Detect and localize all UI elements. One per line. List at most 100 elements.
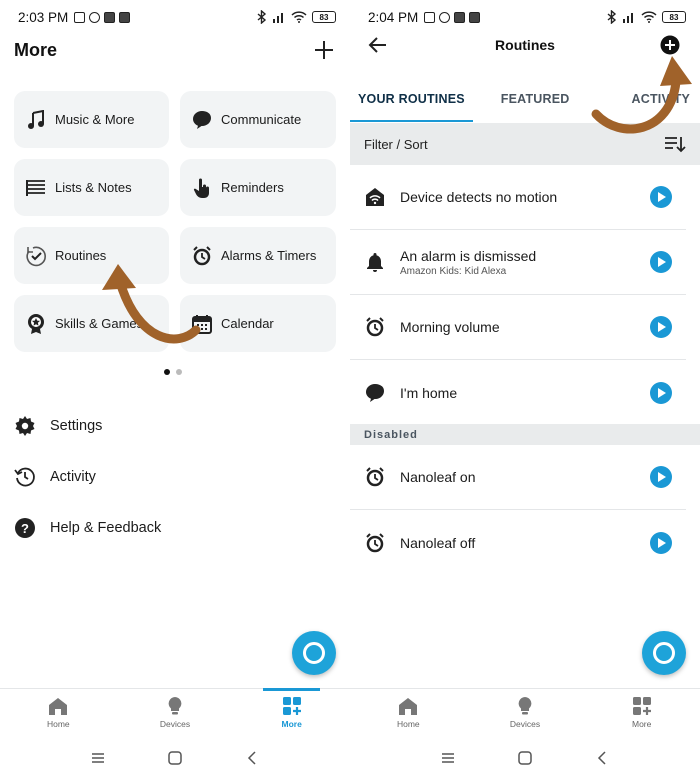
tab-featured[interactable]: FEATURED (501, 84, 570, 122)
nav-more[interactable]: More (583, 689, 700, 736)
history-icon (14, 466, 36, 488)
app-notification-icon (469, 11, 481, 23)
bottom-navigation: Home Devices More (0, 688, 350, 736)
battery-indicator: 83 (662, 11, 686, 23)
status-bar: 2:03 PM 83 (0, 0, 350, 34)
signal-icon (273, 13, 283, 23)
routine-item[interactable]: Nanoleaf off (350, 510, 686, 575)
nav-devices[interactable]: Devices (117, 689, 234, 736)
page-title: More (14, 40, 58, 60)
tile-skills-games[interactable]: Skills & Games (14, 295, 169, 352)
alarm-status-icon (439, 11, 451, 23)
menu-item-help-feedback[interactable]: ? Help & Feedback (14, 502, 334, 553)
page-dot[interactable] (176, 369, 182, 375)
menu-item-label: Settings (50, 417, 103, 434)
play-routine-icon[interactable] (650, 186, 672, 208)
play-routine-icon[interactable] (650, 381, 672, 404)
alexa-ring-icon (303, 642, 325, 664)
home-button-icon[interactable] (163, 746, 187, 770)
nav-label: Devices (509, 719, 541, 729)
svg-text:?: ? (21, 521, 29, 536)
routine-item[interactable]: Device detects no motion (350, 165, 686, 230)
enabled-routines-list: Device detects no motion An alarm is dis… (350, 165, 700, 425)
status-notification-icons (74, 11, 131, 23)
lightbulb-icon (515, 696, 535, 716)
routine-name: An alarm is dismissed (400, 247, 537, 264)
play-routine-icon[interactable] (650, 251, 672, 273)
notification-icon (424, 11, 436, 23)
add-routine-icon[interactable] (660, 35, 680, 55)
disabled-routines-list: Nanoleaf on Nanoleaf off (350, 445, 700, 575)
routine-item[interactable]: Nanoleaf on (350, 445, 686, 510)
nav-label: Home (396, 719, 420, 729)
tile-calendar[interactable]: Calendar (180, 295, 336, 352)
tile-reminders[interactable]: Reminders (180, 159, 336, 216)
nav-home[interactable]: Home (0, 689, 117, 736)
tile-label: Calendar (221, 316, 274, 331)
music-note-icon (25, 109, 47, 131)
alexa-ring-icon (653, 642, 675, 664)
tile-communicate[interactable]: Communicate (180, 91, 336, 148)
calendar-icon (191, 313, 213, 335)
add-icon[interactable] (312, 38, 336, 62)
nav-more[interactable]: More (233, 688, 350, 736)
tab-your-routines[interactable]: YOUR ROUTINES (350, 84, 473, 122)
tile-label: Skills & Games (55, 316, 144, 331)
recents-icon[interactable] (436, 746, 460, 770)
play-routine-icon[interactable] (650, 466, 672, 488)
hand-pointer-icon (191, 177, 213, 199)
disabled-section-header: Disabled (350, 424, 700, 445)
routine-name: Nanoleaf off (400, 534, 476, 551)
tile-alarms-timers[interactable]: Alarms & Timers (180, 227, 336, 284)
recents-icon[interactable] (86, 746, 110, 770)
status-system-icons: 83 (607, 10, 686, 24)
nav-home[interactable]: Home (350, 689, 467, 736)
routine-name: I'm home (400, 384, 458, 401)
sort-icon (665, 137, 686, 153)
alexa-voice-button[interactable] (292, 631, 336, 675)
play-routine-icon[interactable] (650, 531, 672, 554)
bell-icon (364, 251, 386, 273)
system-navigation (350, 738, 700, 777)
routine-item[interactable]: Morning volume (350, 295, 686, 360)
help-icon: ? (14, 517, 36, 539)
back-button-icon[interactable] (240, 746, 264, 770)
tile-lists-notes[interactable]: Lists & Notes (14, 159, 169, 216)
routine-item[interactable]: An alarm is dismissed Amazon Kids: Kid A… (350, 230, 686, 295)
nav-label: More (631, 719, 652, 729)
status-notification-icons (424, 11, 481, 23)
notification-icon (74, 11, 86, 23)
back-button-icon[interactable] (590, 746, 614, 770)
page-dot-active[interactable] (164, 369, 170, 375)
battery-indicator: 83 (312, 11, 336, 23)
system-navigation (0, 738, 350, 777)
tab-activity[interactable]: ACTIVITY (632, 84, 691, 122)
speech-bubble-icon (191, 109, 213, 131)
menu-item-activity[interactable]: Activity (14, 451, 334, 502)
nav-devices[interactable]: Devices (467, 689, 584, 736)
more-screen: 2:03 PM 83 More Music & More Communicate… (0, 0, 350, 777)
routine-item[interactable]: I'm home (350, 360, 686, 425)
routine-name: Morning volume (400, 319, 500, 335)
bottom-navigation: Home Devices More (350, 688, 700, 736)
page-indicator[interactable] (164, 369, 182, 375)
home-button-icon[interactable] (513, 746, 537, 770)
play-routine-icon[interactable] (650, 316, 672, 338)
tile-label: Reminders (221, 180, 284, 195)
bluetooth-icon (607, 10, 617, 24)
wifi-icon (291, 11, 307, 23)
alarm-clock-icon (364, 532, 386, 554)
nav-label: Home (46, 719, 70, 729)
tile-routines[interactable]: Routines (14, 227, 169, 284)
filter-sort-bar[interactable]: Filter / Sort (350, 123, 700, 165)
filter-sort-label: Filter / Sort (364, 136, 428, 152)
tile-music-more[interactable]: Music & More (14, 91, 169, 148)
speech-bubble-icon (364, 382, 386, 404)
signal-icon (623, 13, 633, 23)
alarm-clock-icon (191, 245, 213, 267)
alarm-clock-icon (364, 316, 386, 338)
skills-badge-icon (25, 313, 47, 335)
menu-item-settings[interactable]: Settings (14, 400, 334, 451)
alexa-voice-button[interactable] (642, 631, 686, 675)
more-grid-icon (632, 696, 652, 716)
